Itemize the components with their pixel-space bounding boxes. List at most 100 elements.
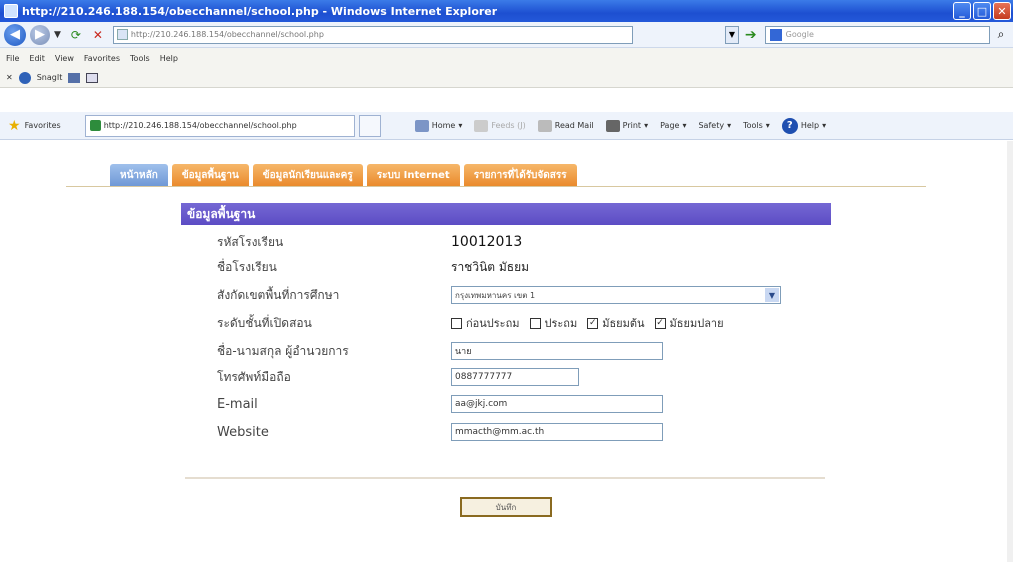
tab-title: http://210.246.188.154/obecchannel/schoo… — [103, 121, 297, 130]
minimize-button[interactable]: _ — [953, 2, 971, 20]
checkbox-primary[interactable] — [529, 317, 541, 329]
favorites-star-icon[interactable]: ★ — [8, 118, 21, 134]
save-button[interactable]: บันทึก — [460, 497, 552, 517]
close-toolbar-icon[interactable]: ✕ — [6, 73, 13, 82]
search-input[interactable]: Google — [764, 25, 990, 44]
new-tab-button[interactable] — [358, 114, 381, 137]
feed-icon — [474, 119, 489, 132]
browser-tab[interactable]: http://210.246.188.154/obecchannel/schoo… — [84, 114, 355, 137]
page-label: Page — [660, 121, 680, 130]
chevron-down-icon: ▾ — [644, 121, 649, 130]
address-dropdown-icon[interactable]: ▼ — [724, 25, 739, 44]
director-input[interactable]: นาย — [451, 342, 663, 360]
chevron-down-icon[interactable]: ▼ — [765, 288, 779, 302]
snagit-icon[interactable] — [18, 71, 31, 84]
upper-secondary-label: มัธยมปลาย — [669, 317, 724, 330]
levels-checkboxes: ก่อนประถม ประถม ✓ มัธยมต้น ✓ มัธยมปลาย — [451, 314, 730, 332]
chevron-down-icon: ▾ — [727, 121, 732, 130]
nav-tab-allocations[interactable]: รายการที่ได้รับจัดสรร — [463, 164, 577, 186]
menu-bar: File Edit View Favorites Tools Help — [0, 48, 1013, 68]
google-icon — [769, 28, 782, 41]
checkbox-lower-secondary[interactable]: ✓ — [587, 317, 599, 329]
read-mail-label: Read Mail — [554, 121, 594, 130]
menu-file[interactable]: File — [6, 54, 19, 63]
go-arrow-icon[interactable]: ➔ — [745, 27, 757, 43]
safety-menu-button[interactable]: Safety ▾ — [698, 121, 731, 130]
phone-input[interactable]: 0887777777 — [451, 368, 579, 386]
row-area: สังกัดเขตพื้นที่การศึกษา กรุงเทพมหานคร เ… — [217, 284, 837, 306]
area-select[interactable]: กรุงเทพมหานคร เขต 1 ▼ — [451, 286, 781, 304]
menu-help[interactable]: Help — [160, 54, 178, 63]
capture-icon[interactable] — [68, 72, 81, 83]
title-bar: http://210.246.188.154/obecchannel/schoo… — [0, 0, 1013, 22]
checkbox-pre-primary[interactable] — [451, 317, 462, 329]
search-icon[interactable]: ⌕ — [998, 27, 1005, 42]
website-label: Website — [217, 424, 269, 440]
page-content: หน้าหลัก ข้อมูลพื้นฐาน ข้อมูลนักเรียนและ… — [0, 141, 1013, 562]
page-menu-button[interactable]: Page ▾ — [660, 121, 686, 130]
print-button[interactable]: Print ▾ — [605, 119, 649, 132]
basic-info-panel: ข้อมูลพื้นฐาน — [181, 203, 831, 225]
nav-tab-basic-info[interactable]: ข้อมูลพื้นฐาน — [171, 164, 249, 186]
home-label: Home — [431, 121, 456, 130]
maximize-button[interactable]: □ — [973, 2, 991, 20]
feeds-button[interactable]: Feeds (J) — [474, 119, 526, 132]
area-select-value: กรุงเทพมหานคร เขต 1 — [455, 290, 536, 300]
menu-favorites[interactable]: Favorites — [84, 54, 120, 63]
school-code-label: รหัสโรงเรียน — [217, 234, 284, 249]
director-input-value: นาย — [455, 347, 472, 357]
refresh-icon[interactable]: ⟳ — [68, 27, 84, 43]
phone-input-value: 0887777777 — [455, 372, 513, 382]
snagit-label[interactable]: SnagIt — [37, 73, 63, 82]
school-name-value: ราชวินิต มัธยม — [451, 259, 530, 274]
window-controls: _ □ ✕ — [953, 2, 1011, 20]
menu-tools[interactable]: Tools — [130, 54, 150, 63]
director-label: ชื่อ-นามสกุล ผู้อำนวยการ — [217, 343, 349, 358]
page-icon — [116, 29, 128, 40]
stop-icon[interactable]: ✕ — [90, 27, 106, 43]
snagit-toolbar: ✕ SnagIt — [0, 68, 1013, 88]
history-dropdown-icon[interactable]: ▼ — [54, 30, 61, 40]
row-phone: โทรศัพท์มือถือ 0887777777 — [217, 366, 837, 388]
help-icon: ? — [781, 117, 798, 134]
search-placeholder: Google — [785, 30, 814, 39]
nav-tab-students-teachers[interactable]: ข้อมูลนักเรียนและครู — [252, 164, 363, 186]
forward-button[interactable]: ▶ — [30, 24, 50, 45]
menu-view[interactable]: View — [55, 54, 74, 63]
email-input[interactable]: aa@jkj.com — [451, 395, 663, 413]
nav-tab-home[interactable]: หน้าหลัก — [110, 164, 168, 186]
close-button[interactable]: ✕ — [993, 2, 1011, 20]
favorites-button[interactable]: Favorites — [25, 121, 61, 130]
nav-tab-internet[interactable]: ระบบ Internet — [366, 164, 460, 186]
home-button[interactable]: Home ▾ — [414, 119, 462, 132]
chevron-down-icon: ▾ — [682, 121, 687, 130]
print-icon — [605, 119, 620, 132]
ie-app-icon — [4, 4, 18, 18]
back-button[interactable]: ◀ — [4, 23, 26, 46]
address-input[interactable]: http://210.246.188.154/obecchannel/schoo… — [112, 25, 633, 44]
favorites-bar: ★ Favorites http://210.246.188.154/obecc… — [0, 112, 1013, 140]
safety-label: Safety — [698, 121, 725, 130]
page-scrollbar[interactable] — [1007, 141, 1013, 562]
phone-label: โทรศัพท์มือถือ — [217, 369, 291, 384]
menu-edit[interactable]: Edit — [29, 54, 45, 63]
home-icon — [414, 119, 429, 132]
window-title: http://210.246.188.154/obecchannel/schoo… — [22, 4, 498, 18]
help-menu-button[interactable]: ? Help ▾ — [781, 117, 826, 134]
tools-menu-button[interactable]: Tools ▾ — [743, 121, 770, 130]
browser-window: http://210.246.188.154/obecchannel/schoo… — [0, 0, 1013, 562]
row-website: Website mmacth@mm.ac.th — [217, 421, 837, 443]
email-input-value: aa@jkj.com — [455, 399, 508, 409]
address-url: http://210.246.188.154/obecchannel/schoo… — [130, 30, 324, 39]
row-school-name: ชื่อโรงเรียน ราชวินิต มัธยม — [217, 256, 837, 278]
primary-label: ประถม — [544, 317, 578, 330]
pre-primary-label: ก่อนประถม — [466, 317, 520, 330]
row-director: ชื่อ-นามสกุล ผู้อำนวยการ นาย — [217, 340, 837, 362]
window-capture-icon[interactable] — [86, 72, 99, 83]
email-label: E-mail — [217, 396, 258, 412]
checkbox-upper-secondary[interactable]: ✓ — [654, 317, 666, 329]
website-input[interactable]: mmacth@mm.ac.th — [451, 423, 663, 441]
read-mail-button[interactable]: Read Mail — [537, 119, 594, 132]
tab-page-icon — [89, 120, 101, 131]
row-school-code: รหัสโรงเรียน 10012013 — [217, 231, 837, 253]
